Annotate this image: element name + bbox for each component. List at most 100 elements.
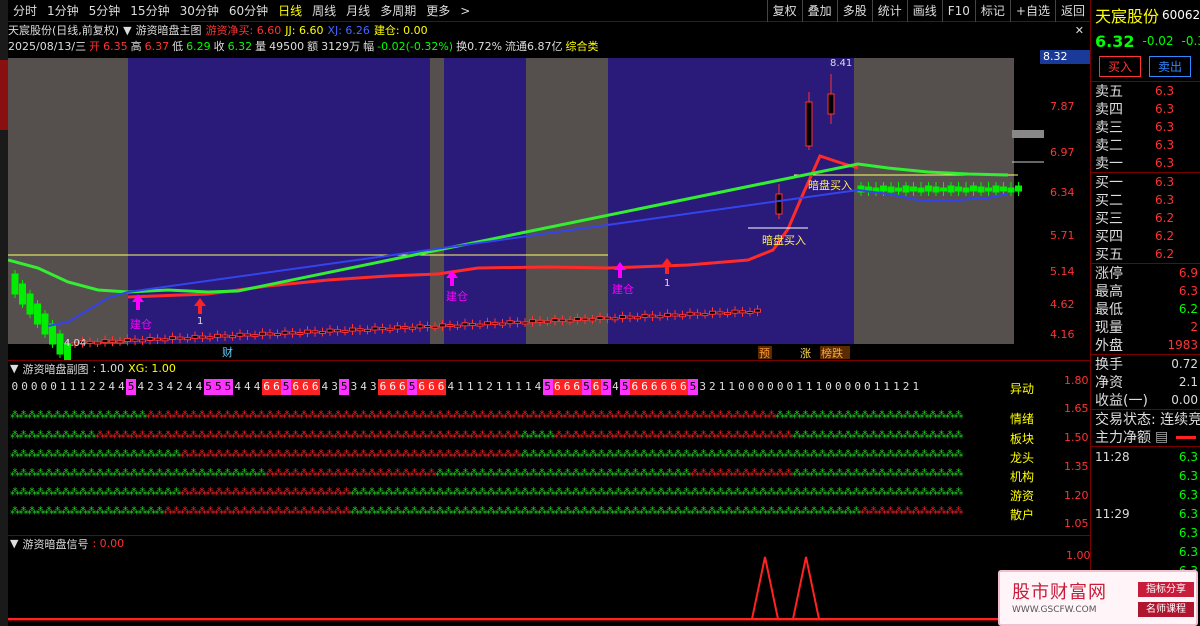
- anomaly-digit: 3: [331, 380, 338, 393]
- period-tab[interactable]: 1分钟: [42, 2, 84, 19]
- star-segment: ⁂⁂⁂⁂⁂⁂⁂⁂⁂⁂⁂⁂: [690, 468, 794, 479]
- toolbar-button[interactable]: 叠加: [801, 0, 837, 22]
- toolbar-button[interactable]: 复权: [766, 0, 802, 22]
- star-segment: ⁂⁂⁂⁂: [520, 430, 556, 441]
- toolbar-button[interactable]: F10: [941, 0, 975, 22]
- anomaly-digit: 0: [50, 380, 57, 393]
- star-row: ⁂⁂⁂⁂⁂⁂⁂⁂⁂⁂⁂⁂⁂⁂⁂⁂⁂⁂⁂⁂⁂⁂⁂⁂⁂⁂⁂⁂⁂⁂⁂⁂⁂⁂⁂⁂⁂⁂⁂⁂…: [10, 430, 1008, 448]
- candle-body: [169, 335, 176, 340]
- chevron-down-icon[interactable]: ▼: [10, 362, 18, 375]
- anomaly-digit: 4: [234, 380, 241, 393]
- chevron-down-icon[interactable]: ▼: [123, 24, 131, 37]
- chevron-down-icon[interactable]: ▼: [10, 537, 18, 550]
- period-tab[interactable]: 分时: [8, 2, 42, 19]
- stat-row: 外盘 1983: [1095, 338, 1198, 354]
- anomaly-digit: 1: [883, 380, 891, 393]
- indicator-name[interactable]: 游资暗盘主图: [136, 22, 202, 38]
- star-row: ⁂⁂⁂⁂⁂⁂⁂⁂⁂⁂⁂⁂⁂⁂⁂⁂⁂⁂⁂⁂⁂⁂⁂⁂⁂⁂⁂⁂⁂⁂⁂⁂⁂⁂⁂⁂⁂⁂⁂⁂…: [10, 410, 1008, 428]
- candle-body: [641, 313, 649, 318]
- candle-body: [962, 187, 970, 193]
- candle-body: [191, 334, 199, 339]
- period-tab[interactable]: 多周期: [375, 2, 421, 19]
- star-segment: ⁂⁂⁂⁂⁂⁂⁂⁂⁂⁂⁂⁂⁂⁂⁂⁂⁂⁂⁂⁂: [180, 487, 352, 498]
- signal-indicator-title[interactable]: 游资暗盘信号: [22, 536, 88, 552]
- chevron-right-icon[interactable]: >: [455, 4, 475, 18]
- close-icon[interactable]: ✕: [1075, 24, 1088, 37]
- anomaly-digit: 6: [300, 379, 311, 395]
- anomaly-digit: 6: [630, 379, 640, 395]
- price-change-pct: -0.3: [1181, 34, 1200, 48]
- sell-level: 卖二 6.3: [1095, 138, 1175, 154]
- candle-body: [131, 338, 139, 342]
- main-flow-row[interactable]: 主力净额 ▤: [1091, 428, 1200, 446]
- left-side-strip[interactable]: [0, 0, 8, 626]
- chart-header-line1: 天宸股份(日线,前复权) ▼ 游资暗盘主图 游资净买: 6.60 JJ: 6.6…: [8, 22, 1088, 38]
- candle-body: [161, 338, 169, 342]
- toolbar-button[interactable]: +自选: [1009, 0, 1055, 22]
- indicator-value: 游资净买: 6.60: [205, 24, 282, 37]
- tick-row: 6.3: [1178, 487, 1198, 502]
- side-tab-active[interactable]: [0, 60, 8, 130]
- axis-tick: 1.00: [1066, 551, 1090, 562]
- anomaly-digit: 5: [688, 379, 698, 395]
- anomaly-digit: 6: [436, 379, 446, 395]
- candle-body: [775, 193, 783, 215]
- candle-body: [805, 101, 813, 147]
- axis-tick: 1.05: [1064, 517, 1089, 530]
- signal-chart[interactable]: 1.00: [8, 551, 1090, 621]
- anomaly-digit: 6: [397, 379, 408, 395]
- candle-body: [469, 322, 476, 326]
- signal-label: 建仓: [612, 282, 634, 296]
- sub-indicator-panel[interactable]: 0000011122445423424455544466566643534366…: [8, 376, 1048, 530]
- axis-tick: 1.65: [1064, 402, 1089, 415]
- period-tab[interactable]: 5分钟: [84, 2, 126, 19]
- candle-body: [326, 328, 334, 333]
- candle-body: [206, 336, 214, 340]
- period-tab[interactable]: 15分钟: [125, 2, 174, 19]
- watermark-badge: 指标分享: [1138, 582, 1194, 597]
- quote-panel: 天宸股份 60062 6.32 -0.02 -0.3 买入 卖出 卖五6.3 卖四…: [1090, 0, 1200, 626]
- amt-value: 3129万: [321, 40, 361, 53]
- toolbar-button[interactable]: 标记: [974, 0, 1010, 22]
- price-tick: 5.71: [1050, 229, 1075, 242]
- candle-body: [536, 319, 544, 323]
- row-label: 散户: [1010, 508, 1035, 522]
- sub-indicator-title[interactable]: 游资暗盘副图: [22, 361, 88, 377]
- toolbar-button[interactable]: 画线: [906, 0, 942, 22]
- candle-body: [124, 338, 131, 343]
- candle-body: [304, 329, 311, 334]
- candle-body: [701, 313, 709, 317]
- candle-body: [985, 187, 992, 192]
- period-tab[interactable]: 30分钟: [175, 2, 224, 19]
- buy-button[interactable]: 买入: [1099, 56, 1142, 77]
- period-tab[interactable]: 月线: [341, 2, 375, 19]
- anomaly-digit: 4: [166, 380, 174, 393]
- candle-body: [109, 339, 116, 343]
- candle-body: [446, 324, 454, 327]
- anomaly-digit: 0: [757, 380, 765, 393]
- period-tab[interactable]: 60分钟: [224, 2, 273, 19]
- anomaly-digit: 5: [126, 379, 136, 395]
- sell-button[interactable]: 卖出: [1149, 56, 1192, 77]
- stats-block: 换手 0.72 净资 2.1 收益(一) 0.00: [1091, 355, 1200, 409]
- candle-body: [146, 337, 154, 341]
- anomaly-digit: 6: [668, 379, 679, 395]
- period-more[interactable]: 更多: [421, 2, 455, 19]
- candle-body: [199, 335, 206, 339]
- anomaly-digit: 6: [678, 379, 689, 395]
- anomaly-digit: 6: [378, 379, 388, 395]
- period-tab-active[interactable]: 日线: [273, 2, 307, 19]
- period-tab[interactable]: 周线: [307, 2, 341, 19]
- toolbar-button[interactable]: 返回: [1054, 0, 1090, 22]
- candle-body: [925, 185, 932, 192]
- anomaly-digit: 2: [98, 380, 106, 393]
- toolbar-button[interactable]: 统计: [871, 0, 907, 22]
- candle-body: [619, 314, 626, 319]
- candle-body: [431, 325, 439, 329]
- kline-chart[interactable]: 8.41 4.04 建仓 1 建仓 建仓 1 暗盘买入 暗盘买入 财 预 涨 榜…: [8, 54, 1090, 360]
- toolbar-button[interactable]: 多股: [836, 0, 872, 22]
- anomaly-digit: 1: [912, 380, 920, 393]
- stat-row: 最低 6.2: [1095, 302, 1198, 318]
- anomaly-digit: 1: [457, 380, 464, 393]
- candle-body: [664, 312, 671, 317]
